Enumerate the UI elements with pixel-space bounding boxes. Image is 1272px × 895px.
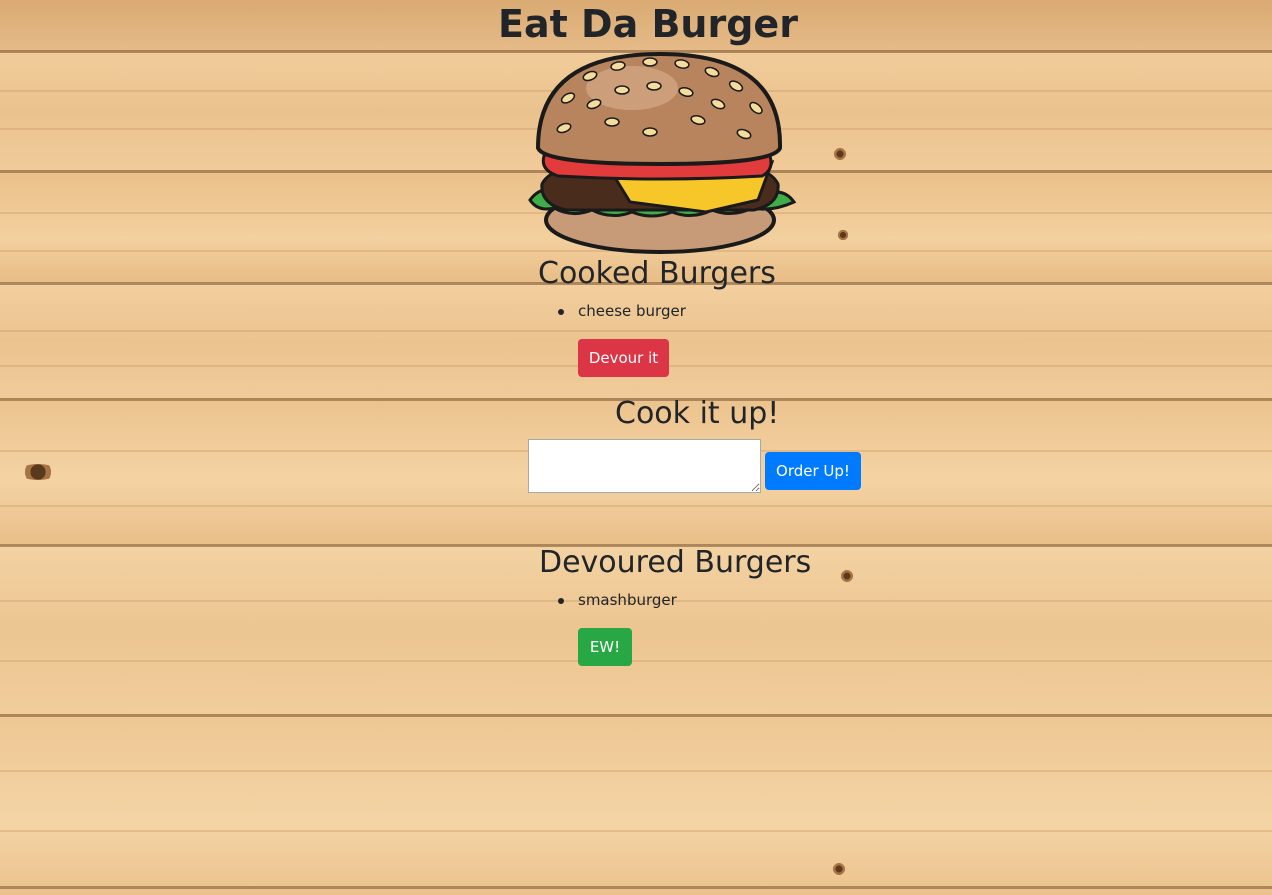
cooked-list-item: cheese burger [556, 300, 686, 322]
order-up-button[interactable]: Order Up! [765, 452, 861, 490]
devour-button[interactable]: Devour it [578, 339, 669, 377]
cooked-heading: Cooked Burgers [538, 256, 776, 291]
burger-logo [528, 52, 797, 254]
page-title: Eat Da Burger [498, 2, 798, 46]
devoured-list-item: smashburger [556, 589, 677, 611]
page-content: Eat Da Burger Cooked Burgers cheese burg… [0, 0, 1272, 895]
form-heading: Cook it up! [615, 396, 780, 431]
burger-name-input[interactable] [528, 439, 761, 493]
devoured-heading: Devoured Burgers [539, 545, 812, 580]
cooked-list: cheese burger [556, 300, 686, 322]
ew-button[interactable]: EW! [578, 628, 632, 666]
devoured-list: smashburger [556, 589, 677, 611]
